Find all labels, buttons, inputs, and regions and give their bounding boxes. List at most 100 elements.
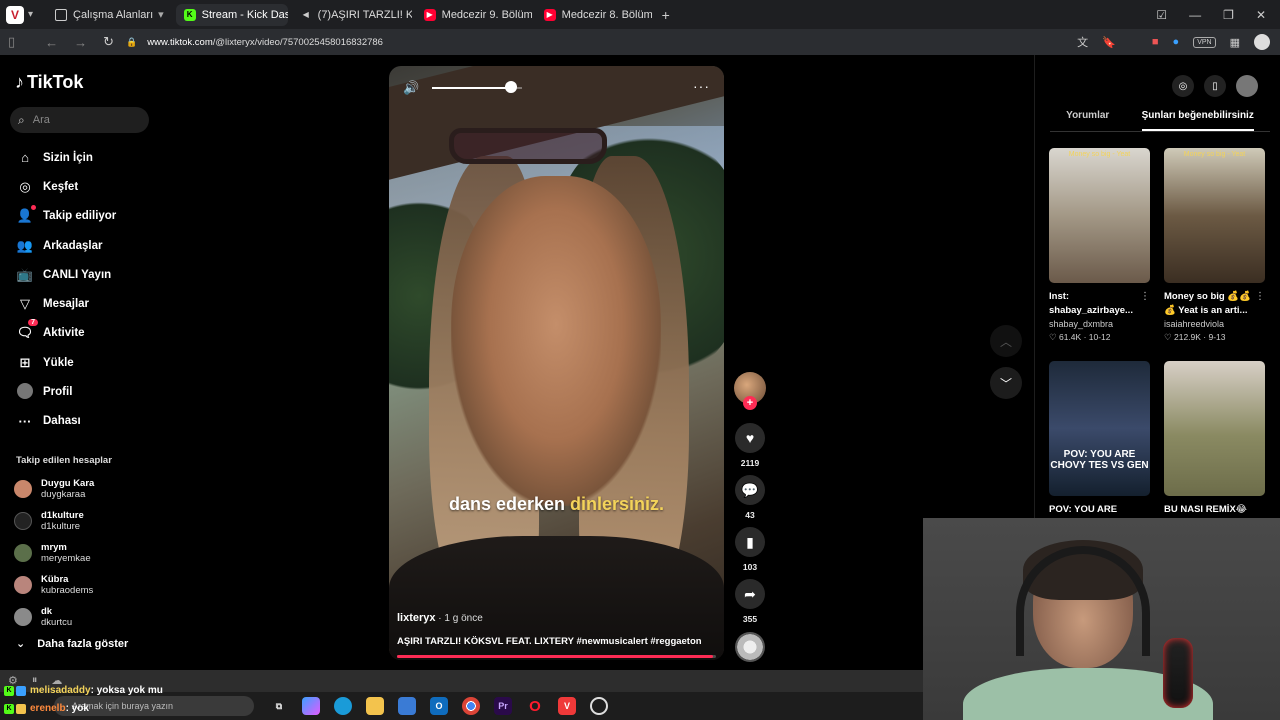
following-account[interactable]: Duygu Kara duygkaraa: [14, 473, 154, 505]
avatar: [14, 512, 32, 530]
chat-text: : yoksa yok mu: [90, 685, 163, 696]
nav-item-following[interactable]: 👤 Takip ediliyor: [0, 202, 160, 231]
vpn-button[interactable]: VPN: [1193, 36, 1216, 48]
sidebar-toggle-icon[interactable]: ▯: [8, 34, 15, 50]
volume-slider-handle[interactable]: [505, 81, 518, 93]
back-icon[interactable]: ←: [45, 35, 58, 50]
compass-icon[interactable]: ◎: [1172, 75, 1194, 97]
video-player[interactable]: 🔊 ··· dans ederken dinlersiniz. lixteryx…: [389, 66, 724, 660]
restore-icon[interactable]: ❐: [1223, 8, 1234, 22]
author-name[interactable]: lixteryx: [397, 612, 436, 624]
extension-icon[interactable]: ■: [1152, 36, 1159, 48]
translate-icon[interactable]: 文: [1077, 34, 1088, 50]
tab-medcezir-8[interactable]: ▶ Medcezir 8. Bölüm (FULL H...: [536, 4, 652, 26]
file-explorer-icon[interactable]: [366, 697, 384, 715]
tab-tiktok-video[interactable]: ◀ (7)AŞIRI TARZLI! KÖKSVL F...: [292, 4, 412, 26]
copilot-icon[interactable]: [302, 697, 320, 715]
recommended-video[interactable]: Money so big - Yeat Money so big 💰💰 💰 Ye…: [1164, 148, 1265, 343]
like-button[interactable]: ♥ 2119: [734, 423, 766, 468]
save-button[interactable]: ▮ 103: [734, 527, 766, 572]
vivaldi-icon[interactable]: V: [558, 697, 576, 715]
nav-item-more[interactable]: ··· Dahası: [0, 407, 160, 436]
obs-icon[interactable]: [590, 697, 608, 715]
video-description[interactable]: AŞIRI TARZLI! KÖKSVL FEAT. LIXTERY #newm…: [397, 636, 717, 647]
tab-comments[interactable]: Yorumlar: [1066, 110, 1109, 131]
thumbnail-overlay-text: Money so big - Yeat: [1068, 151, 1131, 158]
workspaces-button[interactable]: Çalışma Alanları ▾: [47, 4, 172, 26]
next-video-button[interactable]: ﹀: [990, 367, 1022, 399]
opera-icon[interactable]: O: [526, 697, 544, 715]
nav-item-profile[interactable]: Profil: [0, 377, 160, 406]
store-icon[interactable]: [398, 697, 416, 715]
chevron-down-icon: ﹀: [999, 376, 1012, 391]
recommended-video[interactable]: BU NASI REMİX😂: [1164, 361, 1265, 517]
like-count: 2119: [740, 458, 760, 468]
following-account[interactable]: Kübra kubraodems: [14, 569, 154, 601]
video-author[interactable]: lixteryx · 1 g önce: [397, 612, 483, 624]
video-thumbnail[interactable]: [1164, 361, 1265, 496]
volume-icon[interactable]: 🔊: [403, 80, 419, 96]
following-account[interactable]: d1kulture d1kulture: [14, 505, 154, 537]
show-more-button[interactable]: ⌄ Daha fazla göster: [16, 637, 128, 651]
calendar-icon[interactable]: ▦: [1230, 36, 1240, 49]
avatar[interactable]: [1254, 34, 1270, 50]
kebab-menu-icon[interactable]: ⋮: [1255, 291, 1265, 302]
recommended-video[interactable]: POV: YOU ARE CHOVY TES VS GEN POV: YOU A…: [1049, 361, 1150, 517]
video-thumbnail[interactable]: Money so big - Yeat: [1049, 148, 1150, 283]
video-thumbnail[interactable]: Money so big - Yeat: [1164, 148, 1265, 283]
following-account[interactable]: dk dkurtcu: [14, 601, 154, 633]
tab-recommended[interactable]: Şunları beğenebilirsiniz: [1141, 110, 1254, 131]
chevron-down-icon[interactable]: ▾: [28, 9, 33, 20]
chrome-icon[interactable]: [462, 697, 480, 715]
more-options-icon[interactable]: ···: [693, 78, 710, 94]
extension-icon[interactable]: ●: [1173, 36, 1180, 48]
new-tab-icon[interactable]: +: [662, 7, 670, 23]
edge-icon[interactable]: [334, 697, 352, 715]
share-button[interactable]: ➦ 355: [734, 579, 766, 624]
nav-item-explore[interactable]: ◎ Keşfet: [0, 172, 160, 201]
video-thumbnail[interactable]: POV: YOU ARE CHOVY TES VS GEN: [1049, 361, 1150, 496]
tab-overview-icon[interactable]: ☑: [1156, 8, 1167, 22]
bookmark-icon[interactable]: 🔖: [1102, 36, 1116, 49]
nav-item-friends[interactable]: 👥 Arkadaşlar: [0, 231, 160, 260]
account-username: d1kulture: [41, 520, 81, 532]
close-icon[interactable]: ✕: [1256, 8, 1266, 22]
url-field[interactable]: www.tiktok.com/@lixteryx/video/757002545…: [147, 37, 383, 48]
recommended-video[interactable]: Money so big - Yeat Inst: shabay_azirbay…: [1049, 148, 1150, 343]
follow-plus-icon[interactable]: +: [743, 396, 757, 410]
tiktok-note-icon: ♪: [15, 72, 24, 92]
tiktok-logo[interactable]: ♪ TikTok: [15, 72, 83, 93]
avatar[interactable]: [1236, 75, 1258, 97]
video-author[interactable]: isaiahreedviola: [1164, 319, 1265, 329]
task-view-icon[interactable]: ⧉: [270, 697, 288, 715]
previous-video-button[interactable]: ︿: [990, 325, 1022, 357]
search-input[interactable]: ⌕ Ara: [10, 107, 149, 133]
microphone-icon: [1163, 638, 1193, 708]
tab-medcezir-9[interactable]: ▶ Medcezir 9. Bölüm (FULL H...: [416, 4, 532, 26]
volume-slider-fill: [432, 87, 512, 89]
tab-kick-dashboard[interactable]: K Stream - Kick Dashboard: [175, 3, 288, 26]
kebab-menu-icon[interactable]: ⋮: [1140, 291, 1150, 302]
minimize-icon[interactable]: —: [1189, 8, 1201, 22]
video-frame-sunglasses: [449, 128, 607, 164]
video-progress-bar[interactable]: [397, 655, 716, 658]
premiere-icon[interactable]: Pr: [494, 697, 512, 715]
phone-icon[interactable]: ▯: [1204, 75, 1226, 97]
music-disc-icon[interactable]: [735, 632, 765, 662]
reload-icon[interactable]: ↻: [103, 34, 114, 50]
volume-slider[interactable]: [432, 81, 522, 93]
following-account[interactable]: mrym meryemkae: [14, 537, 154, 569]
outlook-icon[interactable]: O: [430, 697, 448, 715]
nav-item-activity[interactable]: 🗨 Aktivite: [0, 319, 160, 348]
vivaldi-menu-icon[interactable]: V: [6, 5, 24, 24]
video-author[interactable]: shabay_dxmbra: [1049, 319, 1150, 329]
nav-item-messages[interactable]: ▽ Mesajlar: [0, 289, 160, 318]
share-count: 355: [742, 614, 758, 624]
nav-item-live[interactable]: 📺 CANLI Yayın: [0, 260, 160, 289]
tiktok-sidebar: ♪ TikTok ⌕ Ara ⌂ Sizin İçin ◎ Keşfet 👤 Taki…: [0, 55, 160, 670]
nav-label: Aktivite: [43, 327, 85, 340]
forward-icon[interactable]: →: [74, 35, 87, 50]
comment-button[interactable]: 💬 43: [734, 475, 766, 520]
nav-item-for-you[interactable]: ⌂ Sizin İçin: [0, 143, 160, 172]
nav-item-upload[interactable]: ⊞ Yükle: [0, 348, 160, 377]
